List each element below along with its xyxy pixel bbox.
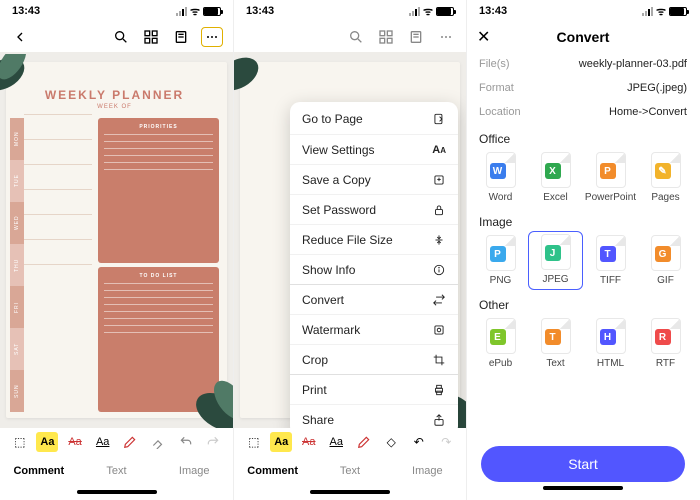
- section-image: Image: [467, 207, 699, 231]
- menu-save-copy[interactable]: Save a Copy: [290, 164, 458, 194]
- format-html[interactable]: HHTML: [583, 314, 638, 373]
- tab-image[interactable]: Image: [155, 456, 233, 486]
- redo-tool[interactable]: [202, 432, 224, 452]
- pen-tool[interactable]: [119, 432, 141, 452]
- search-icon[interactable]: [346, 27, 366, 47]
- status-indicators: ᯤ: [642, 4, 687, 19]
- tab-text[interactable]: Text: [311, 456, 388, 486]
- convert-title: Convert: [557, 29, 610, 45]
- thumbnail-icon[interactable]: [376, 27, 396, 47]
- location-row[interactable]: LocationHome->Convert: [467, 100, 699, 124]
- highlight-tool[interactable]: Aa: [36, 432, 58, 452]
- menu-reduce-size[interactable]: Reduce File Size: [290, 224, 458, 254]
- menu-show-info[interactable]: Show Info: [290, 254, 458, 284]
- undo-tool[interactable]: ↶: [408, 432, 430, 452]
- start-button[interactable]: Start: [481, 446, 685, 482]
- section-office: Office: [467, 124, 699, 148]
- reader-icon[interactable]: [171, 27, 191, 47]
- section-other: Other: [467, 290, 699, 314]
- reader-icon[interactable]: [406, 27, 426, 47]
- menu-convert[interactable]: Convert: [290, 284, 458, 314]
- status-time: 13:43: [12, 5, 40, 17]
- search-icon[interactable]: [111, 27, 131, 47]
- back-icon[interactable]: [10, 27, 30, 47]
- format-gif[interactable]: GGIF: [638, 231, 693, 290]
- menu-view-settings[interactable]: View SettingsAA: [290, 134, 458, 164]
- menu-set-password[interactable]: Set Password: [290, 194, 458, 224]
- menu-share[interactable]: Share: [290, 404, 458, 428]
- select-tool[interactable]: ⬚: [9, 432, 31, 452]
- menu-crop[interactable]: Crop: [290, 344, 458, 374]
- tab-text[interactable]: Text: [78, 456, 156, 486]
- select-tool[interactable]: ⬚: [243, 432, 265, 452]
- undo-tool[interactable]: [175, 432, 197, 452]
- home-indicator: [77, 490, 157, 494]
- status-indicators: ᯤ: [409, 4, 454, 19]
- strikethrough-tool[interactable]: Aa: [64, 432, 86, 452]
- document-viewport[interactable]: Go to Page View SettingsAA Save a Copy S…: [234, 52, 466, 428]
- status-time: 13:43: [479, 5, 507, 17]
- status-time: 13:43: [246, 5, 274, 17]
- redo-tool[interactable]: ↷: [435, 432, 457, 452]
- document-viewport[interactable]: WEEKLY PLANNER WEEK OF MONTUEWEDTHUFRISA…: [0, 52, 233, 428]
- priorities-heading: PRIORITIES: [104, 124, 213, 130]
- menu-watermark[interactable]: Watermark: [290, 314, 458, 344]
- format-text[interactable]: TText: [528, 314, 583, 373]
- home-indicator: [543, 486, 623, 490]
- strikethrough-tool[interactable]: Aa: [298, 432, 320, 452]
- menu-print[interactable]: Print: [290, 374, 458, 404]
- format-excel[interactable]: XExcel: [528, 148, 583, 207]
- tab-comment[interactable]: Comment: [234, 456, 311, 486]
- menu-go-to-page[interactable]: Go to Page: [290, 104, 458, 134]
- more-icon[interactable]: [201, 27, 223, 47]
- format-rtf[interactable]: RRTF: [638, 314, 693, 373]
- format-powerpoint[interactable]: PPowerPoint: [583, 148, 638, 207]
- tab-comment[interactable]: Comment: [0, 456, 78, 486]
- overflow-menu: Go to Page View SettingsAA Save a Copy S…: [290, 102, 458, 428]
- format-tiff[interactable]: TTIFF: [583, 231, 638, 290]
- eraser-tool[interactable]: ◇: [380, 432, 402, 452]
- format-epub[interactable]: EePub: [473, 314, 528, 373]
- more-icon[interactable]: [436, 27, 456, 47]
- tab-image[interactable]: Image: [389, 456, 466, 486]
- format-pages[interactable]: ✎Pages: [638, 148, 693, 207]
- files-row[interactable]: File(s)weekly-planner-03.pdf: [467, 52, 699, 76]
- format-jpeg[interactable]: JJPEG: [528, 231, 583, 290]
- format-word[interactable]: WWord: [473, 148, 528, 207]
- format-row[interactable]: FormatJPEG(.jpeg): [467, 76, 699, 100]
- eraser-tool[interactable]: [147, 432, 169, 452]
- highlight-tool[interactable]: Aa: [270, 432, 292, 452]
- thumbnail-icon[interactable]: [141, 27, 161, 47]
- day-labels: MONTUEWEDTHUFRISATSUN: [10, 118, 24, 412]
- status-indicators: ᯤ: [176, 4, 221, 19]
- todo-heading: TO DO LIST: [104, 273, 213, 279]
- format-png[interactable]: PPNG: [473, 231, 528, 290]
- close-icon[interactable]: ✕: [477, 27, 490, 47]
- underline-tool[interactable]: Aa: [325, 432, 347, 452]
- pen-tool[interactable]: [353, 432, 375, 452]
- underline-tool[interactable]: Aa: [92, 432, 114, 452]
- home-indicator: [310, 490, 390, 494]
